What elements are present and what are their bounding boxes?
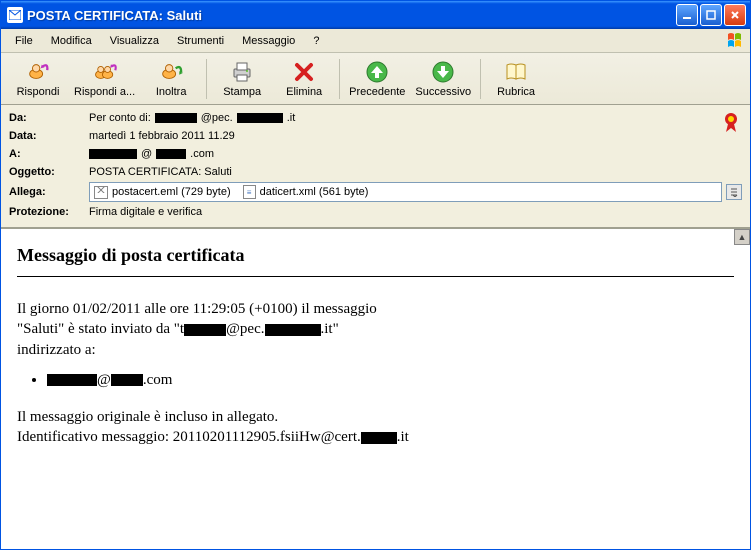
delete-button[interactable]: Elimina bbox=[273, 55, 335, 103]
redacted bbox=[89, 149, 137, 159]
next-label: Successivo bbox=[415, 86, 471, 98]
titlebar: POSTA CERTIFICATA: Saluti bbox=[1, 1, 750, 29]
body-line: "Saluti" è stato inviato da "t@pec..it" bbox=[17, 319, 734, 339]
previous-label: Precedente bbox=[349, 86, 405, 98]
attachments-field[interactable]: postacert.eml (729 byte) ≡ daticert.xml … bbox=[89, 182, 722, 202]
minimize-button[interactable] bbox=[676, 4, 698, 26]
redacted bbox=[156, 149, 186, 159]
redacted bbox=[237, 113, 283, 123]
forward-button[interactable]: Inoltra bbox=[140, 55, 202, 103]
redacted bbox=[184, 324, 226, 336]
print-icon bbox=[230, 60, 254, 84]
reply-all-icon bbox=[93, 60, 117, 84]
reply-all-label: Rispondi a... bbox=[74, 86, 135, 98]
eml-file-icon bbox=[94, 186, 108, 199]
menu-strumenti[interactable]: Strumenti bbox=[169, 33, 232, 49]
reply-icon bbox=[26, 60, 50, 84]
attach-label: Allega: bbox=[9, 186, 89, 198]
redacted bbox=[361, 432, 397, 444]
protection-value: Firma digitale e verifica bbox=[89, 206, 742, 218]
addressbook-label: Rubrica bbox=[497, 86, 535, 98]
toolbar-separator bbox=[339, 59, 340, 99]
toolbar-separator bbox=[480, 59, 481, 99]
forward-icon bbox=[159, 60, 183, 84]
body-title: Messaggio di posta certificata bbox=[17, 245, 734, 266]
arrow-down-icon bbox=[431, 60, 455, 84]
to-value: @.com bbox=[89, 148, 742, 160]
close-button[interactable] bbox=[724, 4, 746, 26]
message-headers: Da: Per conto di: @pec..it Data: martedì… bbox=[1, 105, 750, 229]
attachment-item[interactable]: postacert.eml (729 byte) bbox=[94, 186, 231, 199]
toolbar-separator bbox=[206, 59, 207, 99]
reply-all-button[interactable]: Rispondi a... bbox=[69, 55, 140, 103]
print-label: Stampa bbox=[223, 86, 261, 98]
previous-button[interactable]: Precedente bbox=[344, 55, 410, 103]
body-line: Il messaggio originale è incluso in alle… bbox=[17, 407, 734, 427]
menu-file[interactable]: File bbox=[7, 33, 41, 49]
body-line: Il giorno 01/02/2011 alle ore 11:29:05 (… bbox=[17, 299, 734, 319]
attachments-expand-button[interactable] bbox=[726, 184, 742, 200]
subject-value: POSTA CERTIFICATA: Saluti bbox=[89, 166, 742, 178]
body-line: indirizzato a: bbox=[17, 340, 734, 360]
message-body[interactable]: ▲ Messaggio di posta certificata Il gior… bbox=[1, 229, 750, 543]
redacted bbox=[155, 113, 197, 123]
maximize-button[interactable] bbox=[700, 4, 722, 26]
menubar: File Modifica Visualizza Strumenti Messa… bbox=[1, 29, 750, 53]
forward-label: Inoltra bbox=[156, 86, 187, 98]
app-icon bbox=[7, 7, 23, 23]
addressbook-button[interactable]: Rubrica bbox=[485, 55, 547, 103]
window-title: POSTA CERTIFICATA: Saluti bbox=[27, 8, 676, 23]
from-label: Da: bbox=[9, 112, 89, 124]
signature-rosette-icon bbox=[722, 111, 740, 133]
toolbar: Rispondi Rispondi a... Inoltra Stampa El… bbox=[1, 53, 750, 105]
redacted bbox=[47, 374, 97, 386]
delete-icon bbox=[292, 60, 316, 84]
date-label: Data: bbox=[9, 130, 89, 142]
menu-modifica[interactable]: Modifica bbox=[43, 33, 100, 49]
reply-button[interactable]: Rispondi bbox=[7, 55, 69, 103]
attachment-item[interactable]: ≡ daticert.xml (561 byte) bbox=[243, 185, 369, 199]
windows-flag-icon bbox=[726, 31, 746, 51]
next-button[interactable]: Successivo bbox=[410, 55, 476, 103]
subject-label: Oggetto: bbox=[9, 166, 89, 178]
recipient-item: @.com bbox=[47, 372, 734, 389]
body-line: Identificativo messaggio: 20110201112905… bbox=[17, 427, 734, 447]
scroll-up-button[interactable]: ▲ bbox=[734, 229, 750, 245]
xml-file-icon: ≡ bbox=[243, 185, 256, 199]
from-value: Per conto di: @pec..it bbox=[89, 112, 742, 124]
menu-messaggio[interactable]: Messaggio bbox=[234, 33, 303, 49]
reply-label: Rispondi bbox=[17, 86, 60, 98]
book-icon bbox=[504, 60, 528, 84]
delete-label: Elimina bbox=[286, 86, 322, 98]
date-value: martedì 1 febbraio 2011 11.29 bbox=[89, 130, 742, 142]
menu-visualizza[interactable]: Visualizza bbox=[102, 33, 167, 49]
arrow-up-icon bbox=[365, 60, 389, 84]
protection-label: Protezione: bbox=[9, 206, 89, 218]
redacted bbox=[111, 374, 143, 386]
redacted bbox=[265, 324, 321, 336]
print-button[interactable]: Stampa bbox=[211, 55, 273, 103]
divider bbox=[17, 276, 734, 277]
menu-help[interactable]: ? bbox=[305, 33, 327, 49]
to-label: A: bbox=[9, 148, 89, 160]
